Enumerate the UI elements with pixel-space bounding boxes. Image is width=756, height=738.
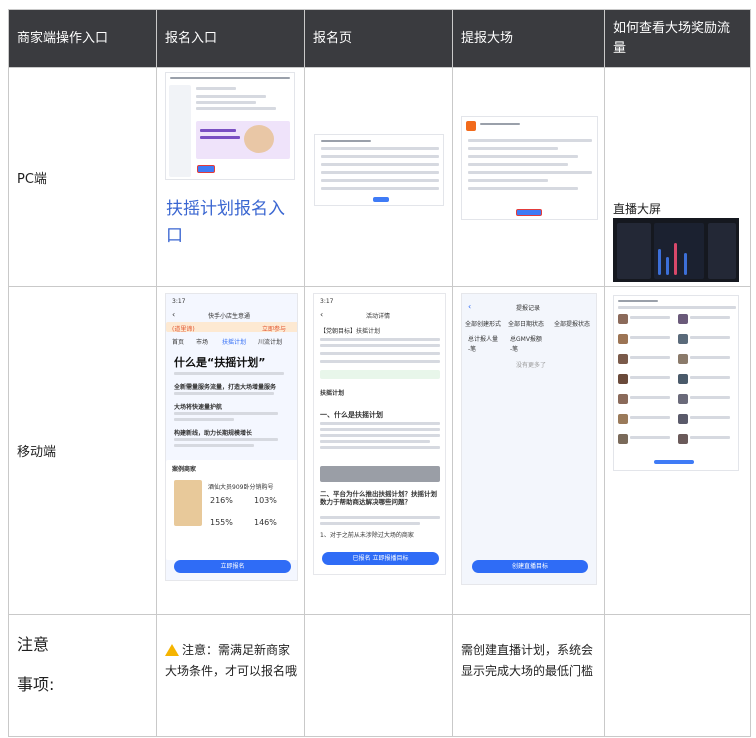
- tab-home[interactable]: 首页: [172, 337, 184, 346]
- pc-signup-page-screenshot: [314, 134, 444, 206]
- signup-page-note-cell: [304, 614, 453, 737]
- big-screen-label: 直播大屏: [613, 202, 662, 216]
- pc-signup-cell: 扶摇计划报名入口: [156, 67, 305, 287]
- pc-report-cell: [452, 67, 605, 287]
- create-live-target-button[interactable]: 创建直播目标: [472, 560, 588, 573]
- metric-3: 155%: [210, 518, 233, 527]
- pc-reward-cell: 直播大屏: [604, 67, 751, 287]
- notice-action[interactable]: 立即参与: [262, 324, 286, 333]
- header-signup-entry: 报名入口: [156, 9, 305, 68]
- pc-big-screen-screenshot: [613, 218, 739, 282]
- mobile-reward-screenshot: [613, 295, 739, 471]
- filter-report-status[interactable]: 全部提报状态: [554, 319, 590, 328]
- case-title: 案例商家: [172, 466, 197, 473]
- pc-label: PC端: [8, 67, 157, 287]
- signup-note-cell: 注意：需满足新商家大场条件，才可以报名哦: [156, 614, 305, 737]
- empty-text: 没有更多了: [516, 362, 547, 369]
- mobile-activity-screenshot: 3:17 ‹ 活动详情 【党朝目标】扶摇计划 扶摇计划 一、什么是扶摇计划 二、…: [313, 293, 446, 575]
- pc-signup-link[interactable]: 扶摇计划报名入口: [166, 196, 296, 250]
- registered-button[interactable]: 已报名 立即报播目标: [322, 552, 439, 565]
- mobile-activity-cell: 3:17 ‹ 活动详情 【党朝目标】扶摇计划 扶摇计划 一、什么是扶摇计划 二、…: [304, 286, 453, 615]
- section-2: 大场将快速量护航: [174, 404, 223, 411]
- activity-title: 活动详情: [366, 313, 391, 320]
- mobile-label: 移动端: [8, 286, 157, 615]
- total-gmv-label: 总GMV报额: [510, 336, 542, 343]
- metric-2: 103%: [254, 496, 277, 505]
- report-note-cell: 需创建直播计划，系统会显示完成大场的最低门槛: [452, 614, 605, 737]
- total-gmv-value: -笔: [510, 346, 519, 353]
- header-row: 商家端操作入口 报名入口 报名页 提报大场 如何查看大场奖励流量: [8, 9, 751, 68]
- reward-note-cell: [604, 614, 751, 737]
- total-count-value: -笔: [468, 346, 477, 353]
- filter-date-status[interactable]: 全部日期状态: [508, 319, 544, 328]
- pc-signup-page-cell: [304, 67, 453, 287]
- mobile-signup-cell: 3:17 ‹ 快手小店生意通 (道里谛) 立即参与 首页 市场 扶摇计划 川流计…: [156, 286, 305, 615]
- mobile-report-screenshot: ‹ 提报记录 全部创建形式 全部日期状态 全部提报状态 总计报人量 -笔 总GM…: [461, 293, 597, 585]
- tab-fuyao[interactable]: 扶摇计划: [222, 337, 246, 346]
- mobile-signup-screenshot: 3:17 ‹ 快手小店生意通 (道里谛) 立即参与 首页 市场 扶摇计划 川流计…: [165, 293, 298, 581]
- mobile-row: 移动端 3:17 ‹ 快手小店生意通 (道里谛) 立即参与 首页 市场 扶摇计划…: [8, 286, 751, 615]
- back-arrow-icon: ‹: [468, 302, 472, 311]
- tab-chuanliu[interactable]: 川流计划: [258, 337, 282, 346]
- header-report: 提报大场: [452, 9, 605, 68]
- header-signup-page: 报名页: [304, 9, 453, 68]
- fuyao-headline: 什么是“扶摇计划”: [174, 356, 266, 369]
- metric-4: 146%: [254, 518, 277, 527]
- question-2: 二、平台为什么推出扶摇计划？扶摇计划数力于帮助商达解决哪些问题？: [320, 490, 437, 506]
- notes-label-cell: 注意 事项:: [8, 614, 157, 737]
- metric-1: 216%: [210, 496, 233, 505]
- notice-text: (道里谛): [172, 326, 195, 333]
- signup-note: 注意：需满足新商家大场条件，才可以报名哦: [165, 640, 299, 682]
- footer-line: 1、对于之前从未涉除过大场的商家: [320, 532, 414, 539]
- report-title: 提报记录: [516, 305, 541, 312]
- status-time: 3:17: [172, 298, 186, 305]
- back-arrow-icon: ‹: [320, 310, 324, 319]
- back-arrow-icon: ‹: [172, 310, 176, 319]
- signup-button[interactable]: 立即报名: [174, 560, 291, 573]
- pc-signup-screenshot: [165, 72, 295, 180]
- notes-label-line1: 注意: [17, 635, 50, 654]
- header-entry: 商家端操作入口: [8, 9, 157, 68]
- mobile-report-cell: ‹ 提报记录 全部创建形式 全部日期状态 全部提报状态 总计报人量 -笔 总GM…: [452, 286, 605, 615]
- status-time: 3:17: [320, 298, 334, 305]
- product-image: [174, 480, 202, 526]
- notes-label-line2: 事项:: [17, 675, 55, 694]
- pc-report-screenshot: [461, 116, 598, 220]
- header-reward-traffic: 如何查看大场奖励流量: [604, 9, 751, 68]
- app-title: 快手小店生意通: [208, 313, 251, 320]
- filter-create-type[interactable]: 全部创建形式: [465, 319, 501, 328]
- notes-row: 注意 事项: 注意：需满足新商家大场条件，才可以报名哦 需创建直播计划，系统会显…: [8, 614, 751, 737]
- notes-label: 注意 事项:: [17, 625, 54, 705]
- tab-market[interactable]: 市场: [196, 337, 208, 346]
- guide-table: 商家端操作入口 报名入口 报名页 提报大场 如何查看大场奖励流量 PC端 扶摇计…: [8, 9, 751, 737]
- case-name: 酒仙大员909卧分销购号: [208, 484, 274, 491]
- plan-title: 扶摇计划: [320, 390, 345, 397]
- section-1: 全新需量服务流量，打造大场增量服务: [174, 384, 277, 391]
- report-note: 需创建直播计划，系统会显示完成大场的最低门槛: [461, 643, 594, 678]
- question-1: 一、什么是扶摇计划: [320, 411, 383, 419]
- activity-name: 【党朝目标】扶摇计划: [320, 328, 381, 335]
- pc-row: PC端 扶摇计划报名入口 直播大屏: [8, 67, 751, 287]
- warning-icon: [165, 644, 179, 656]
- mobile-reward-cell: [604, 286, 751, 615]
- signup-note-text: 注意：需满足新商家大场条件，才可以报名哦: [165, 643, 298, 678]
- section-3: 构建新线，助力长期规模增长: [174, 430, 253, 437]
- total-count-label: 总计报人量: [468, 336, 499, 343]
